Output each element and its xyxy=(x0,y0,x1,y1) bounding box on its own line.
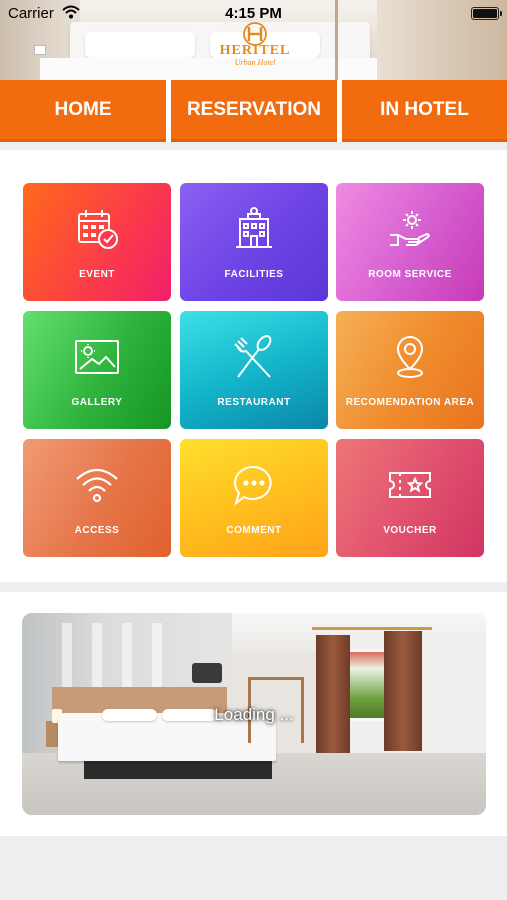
menu-grid: EVENT FACILITIES ROOM SERVICE GALLERY RE… xyxy=(0,150,507,582)
battery-level xyxy=(473,9,497,18)
hotel-logo: HERITEL Urban Hotel xyxy=(200,22,310,74)
hotel-logo-tagline: Urban Hotel xyxy=(234,58,276,67)
tile-label: RECOMENDATION AREA xyxy=(345,397,475,408)
main-nav: HOME RESERVATION IN HOTEL xyxy=(0,80,507,142)
promo-banner[interactable]: Loading ... xyxy=(22,613,486,815)
banner-photo-curtain xyxy=(316,635,350,753)
fork-spoon-icon xyxy=(180,333,328,381)
tile-recomendation-area[interactable]: RECOMENDATION AREA xyxy=(336,311,484,429)
tile-label: RESTAURANT xyxy=(217,397,291,408)
tile-room-service[interactable]: ROOM SERVICE xyxy=(336,183,484,301)
bottom-spacer xyxy=(0,836,507,900)
battery-nub xyxy=(500,11,502,16)
battery-icon xyxy=(471,7,502,20)
image-icon xyxy=(23,333,171,381)
tile-label: COMMENT xyxy=(226,525,282,536)
hotel-building-icon xyxy=(180,205,328,253)
promo-section: Loading ... xyxy=(0,592,507,836)
tile-label: GALLERY xyxy=(71,397,123,408)
clock: 4:15 PM xyxy=(225,5,282,22)
banner-photo-wall-art xyxy=(192,663,222,683)
tile-gallery[interactable]: GALLERY xyxy=(23,311,171,429)
tile-label: ACCESS xyxy=(74,525,120,536)
hand-gear-icon xyxy=(336,205,484,253)
header-photo-outlet xyxy=(34,45,46,55)
loading-text: Loading ... xyxy=(214,705,294,724)
tab-home[interactable]: HOME xyxy=(0,80,166,142)
tile-access[interactable]: ACCESS xyxy=(23,439,171,557)
status-bar: Carrier 4:15 PM xyxy=(0,0,507,26)
tile-event[interactable]: EVENT xyxy=(23,183,171,301)
tile-label: VOUCHER xyxy=(383,525,437,536)
banner-photo-curtain xyxy=(384,631,422,751)
header-photo-pillow xyxy=(85,32,195,58)
chat-bubble-icon xyxy=(180,461,328,509)
ticket-star-icon xyxy=(336,461,484,509)
tile-comment[interactable]: COMMENT xyxy=(180,439,328,557)
hotel-logo-text: HERITEL xyxy=(219,43,291,58)
tile-label: ROOM SERVICE xyxy=(368,269,452,280)
tile-label: EVENT xyxy=(79,269,115,280)
banner-photo-curtain-rod xyxy=(312,627,432,630)
header-photo: HERITEL Urban Hotel Carrier 4:15 PM xyxy=(0,0,507,80)
tab-reservation[interactable]: RESERVATION xyxy=(171,80,337,142)
tile-facilities[interactable]: FACILITIES xyxy=(180,183,328,301)
map-pin-icon xyxy=(336,333,484,381)
wifi-icon xyxy=(23,461,171,509)
calendar-check-icon xyxy=(23,205,171,253)
tile-restaurant[interactable]: RESTAURANT xyxy=(180,311,328,429)
tile-label: FACILITIES xyxy=(224,269,284,280)
tab-in-hotel[interactable]: IN HOTEL xyxy=(342,80,507,142)
tile-voucher[interactable]: VOUCHER xyxy=(336,439,484,557)
